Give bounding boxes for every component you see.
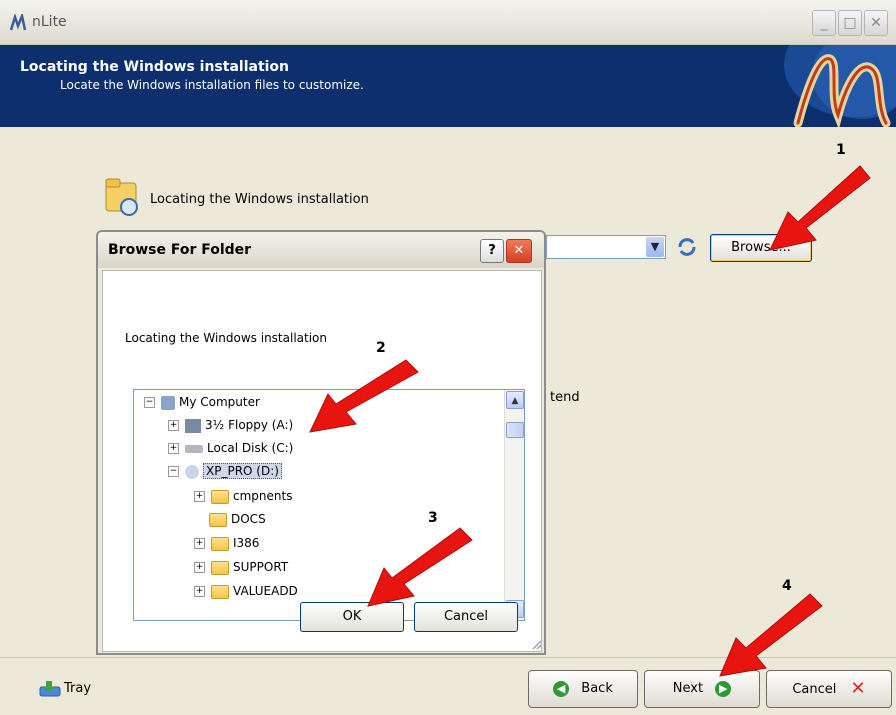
tree-item-label: 3½ Floppy (A:) [205, 418, 294, 432]
tree-item-xp-pro[interactable]: − XP_PRO (D:) [168, 461, 282, 481]
expand-icon[interactable]: + [194, 491, 205, 502]
expand-icon[interactable]: + [168, 420, 179, 431]
folder-icon [211, 536, 229, 551]
dialog-body: Locating the Windows installation − My Co… [102, 270, 542, 652]
back-arrow-icon: ◀ [553, 680, 570, 697]
computer-icon [161, 395, 175, 410]
expand-icon[interactable]: + [194, 538, 205, 549]
minimize-icon: _ [820, 15, 828, 31]
dialog-close-button[interactable]: ✕ [506, 239, 532, 263]
dialog-instruction: Locating the Windows installation [125, 331, 327, 345]
cd-icon [185, 464, 199, 479]
path-combo[interactable]: ▼ [546, 235, 666, 259]
dialog-title: Browse For Folder [108, 242, 252, 258]
tree-item-folder[interactable]: + cmpnents [194, 486, 292, 506]
close-icon: ✕ [870, 15, 882, 31]
tree-item-label: VALUEADD [233, 584, 298, 598]
title-bar: nLite _ □ ✕ [0, 0, 896, 45]
folder-icon [211, 584, 229, 599]
tree-item-folder[interactable]: + I386 [194, 533, 259, 553]
cancel-label: Cancel [792, 681, 837, 697]
tree-item-folder[interactable]: + VALUEADD [194, 581, 298, 601]
collapse-icon[interactable]: − [144, 397, 155, 408]
folder-icon [211, 560, 229, 575]
tray-icon[interactable] [38, 679, 62, 697]
ok-button[interactable]: OK [300, 602, 404, 632]
back-button[interactable]: ◀ Back [528, 670, 638, 708]
collapse-icon[interactable]: − [168, 466, 179, 477]
tree-item-floppy[interactable]: +3½ Floppy (A:) [168, 415, 293, 435]
tree-item-label: SUPPORT [233, 560, 289, 574]
tree-scrollbar[interactable]: ▲ ▼ [504, 390, 524, 620]
next-label: Next [672, 681, 704, 696]
tree-item-folder[interactable]: DOCS [209, 509, 266, 529]
folder-icon [211, 489, 229, 504]
back-label: Back [581, 681, 613, 696]
expand-icon[interactable]: + [168, 443, 179, 454]
wizard-footer [0, 657, 896, 715]
section-label: Locating the Windows installation [150, 192, 369, 207]
tree-item-my-computer[interactable]: − My Computer [144, 392, 260, 412]
folder-tree[interactable]: − My Computer +3½ Floppy (A:) + Local Disk… [133, 389, 525, 621]
browse-button[interactable]: Browse... [710, 234, 812, 262]
tree-item-label: cmpnents [233, 489, 293, 503]
chevron-down-icon[interactable]: ▼ [646, 237, 664, 257]
nlite-logo-icon [9, 14, 27, 31]
maximize-button[interactable]: □ [838, 10, 862, 36]
dialog-cancel-button[interactable]: Cancel [414, 602, 518, 632]
tree-item-label: DOCS [231, 512, 266, 526]
partial-label: tend [550, 390, 580, 405]
dialog-title-bar: Browse For Folder ? ✕ [98, 232, 544, 268]
header-title: Locating the Windows installation [20, 59, 290, 75]
scroll-thumb[interactable] [506, 422, 524, 438]
folder-search-icon [105, 178, 138, 216]
step-number: 2 [376, 340, 386, 356]
folder-icon [209, 512, 227, 527]
close-icon: ✕ [513, 243, 525, 258]
next-button[interactable]: Next ▶ [644, 670, 760, 708]
nlite-logo-icon [784, 45, 896, 127]
help-button[interactable]: ? [480, 239, 504, 263]
cancel-x-icon: ✕ [850, 678, 866, 699]
next-arrow-icon: ▶ [715, 680, 732, 697]
maximize-icon: □ [843, 15, 857, 31]
step-number: 1 [836, 142, 846, 158]
tree-item-label: I386 [233, 536, 260, 550]
floppy-icon [185, 418, 201, 433]
tree-item-label: Local Disk (C:) [207, 441, 294, 455]
wizard-header: Locating the Windows installation Locate… [0, 45, 896, 127]
browse-folder-dialog: Browse For Folder ? ✕ Locating the Windo… [96, 230, 546, 655]
refresh-icon[interactable] [676, 236, 698, 258]
tree-item-folder[interactable]: + SUPPORT [194, 557, 288, 577]
tree-item-label: XP_PRO (D:) [203, 463, 282, 479]
expand-icon[interactable]: + [194, 562, 205, 573]
step-number: 4 [782, 578, 792, 594]
tree-item-label: My Computer [179, 395, 260, 409]
minimize-button[interactable]: _ [812, 10, 836, 36]
resize-grip-icon[interactable] [530, 638, 542, 650]
expand-icon[interactable]: + [194, 586, 205, 597]
header-subtitle: Locate the Windows installation files to… [60, 78, 364, 92]
disk-icon [185, 444, 203, 453]
tray-label[interactable]: Tray [64, 681, 91, 696]
step-number: 3 [428, 510, 438, 526]
cancel-button[interactable]: Cancel ✕ [766, 670, 892, 708]
window-title: nLite [32, 14, 67, 30]
tree-item-local-disk[interactable]: + Local Disk (C:) [168, 438, 293, 458]
close-window-button[interactable]: ✕ [864, 10, 888, 36]
scroll-up-icon[interactable]: ▲ [506, 391, 524, 409]
